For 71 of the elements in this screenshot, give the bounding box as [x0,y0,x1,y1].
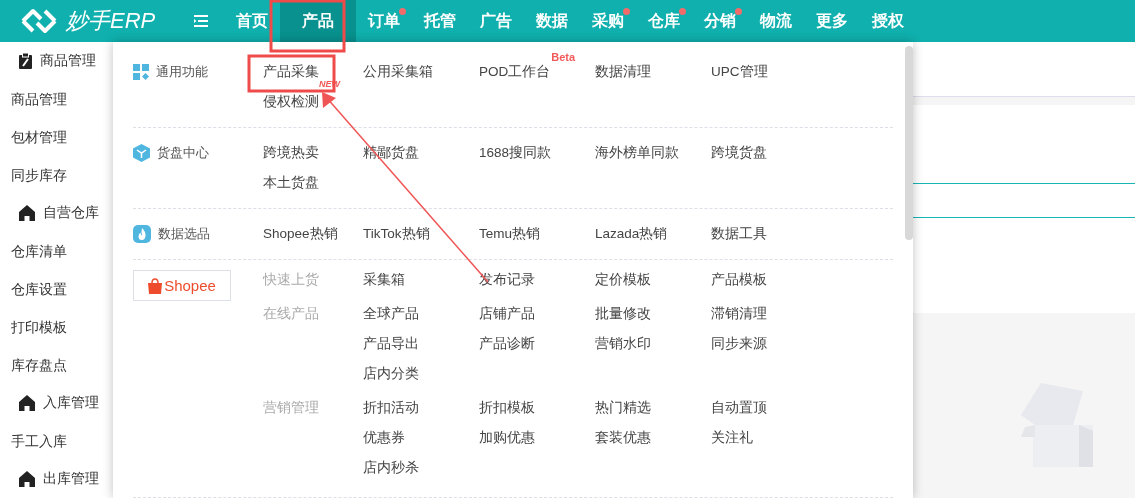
menu-item[interactable]: 热门精选 [595,398,711,418]
shopee-logo[interactable]: Shopee [133,270,231,301]
category-title: 数据选品 [158,225,210,243]
menu-item[interactable]: 数据清理 [595,62,651,82]
category-title: 通用功能 [156,63,208,81]
sidebar-item[interactable]: 包材管理 [0,118,113,156]
menu-item[interactable]: 批量修改 [595,304,711,324]
brand-name: Shopee [164,277,216,294]
menu-item[interactable]: 发布记录 [479,270,595,290]
menu-item[interactable]: 店铺产品 [479,304,595,324]
menu-item[interactable]: 公用采集箱 [363,62,433,82]
menu-item[interactable]: 精鄙货盘 [363,143,419,163]
sidebar-heading[interactable]: 商品管理 [40,52,96,70]
menu-item[interactable]: 跨境货盘 [711,143,767,163]
menu-item[interactable]: 套装优惠 [595,428,711,448]
menu-item[interactable]: 产品诊断 [479,334,595,354]
menu-item[interactable]: 采集箱 [363,270,479,290]
cube-icon [133,144,150,162]
sidebar-item[interactable]: 打印模板 [0,308,113,346]
menu-item[interactable]: 侵权检测 [263,92,319,112]
menu-item[interactable]: 加购优惠 [479,428,595,448]
flame-icon [133,225,151,243]
menu-item[interactable]: 产品导出 [363,334,479,354]
sidebar-heading[interactable]: 入库管理 [43,394,99,412]
menu-item[interactable]: 店内秒杀 [363,458,479,478]
menu-item[interactable]: 营销水印 [595,334,711,354]
sidebar-item[interactable]: 商品管理 [0,80,113,118]
menu-item[interactable]: TikTok热销 [363,224,430,244]
menu-item[interactable]: 同步来源 [711,334,827,354]
shopping-bag-icon [148,277,163,294]
house-icon [19,395,35,411]
menu-item[interactable]: 折扣活动 [363,398,479,418]
menu-item[interactable]: 滞销清理 [711,304,827,324]
sidebar-heading[interactable]: 出库管理 [43,470,99,488]
menu-item[interactable]: 关注礼 [711,428,827,448]
group-label: 营销管理 [263,399,320,417]
clipboard-icon [19,53,32,69]
menu-item[interactable]: 产品模板 [711,270,827,290]
scrollbar[interactable] [905,46,913,240]
menu-item[interactable]: 本土货盘 [263,173,319,193]
sidebar-item[interactable]: 同步库存 [0,156,113,194]
sidebar-heading[interactable]: 自营仓库 [43,204,99,222]
logo-text: 妙手ERP [66,7,156,35]
menu-item[interactable]: 全球产品 [363,304,479,324]
menu-item[interactable]: 数据工具 [711,224,767,244]
menu-item[interactable]: 折扣模板 [479,398,595,418]
group-label: 快速上货 [263,271,320,289]
menu-item[interactable]: Shopee热销 [263,224,338,244]
menu-item[interactable]: 店内分类 [363,364,479,384]
menu-item[interactable]: POD工作台 [479,62,551,82]
category-title: 货盘中心 [157,144,209,162]
menu-item[interactable]: 1688搜同款 [479,143,552,163]
sidebar-item[interactable]: 仓库设置 [0,270,113,308]
menu-item[interactable]: 产品采集 [263,62,319,82]
house-icon [19,205,35,221]
menu-item[interactable]: UPC管理 [711,62,768,82]
menu-item[interactable]: Lazada热销 [595,224,668,244]
menu-item[interactable]: 跨境热卖 [263,143,319,163]
menu-item[interactable]: 海外榜单同款 [595,143,679,163]
menu-icon[interactable] [194,15,208,27]
sidebar-item[interactable]: 库存盘点 [0,346,113,384]
menu-item[interactable]: 自动置顶 [711,398,827,418]
menu-item[interactable]: 优惠券 [363,428,479,448]
feature-label: Beta [551,51,576,64]
house-icon [19,471,35,487]
group-label: 在线产品 [263,305,320,323]
sidebar-item[interactable]: 仓库清单 [0,232,113,270]
sidebar-item[interactable]: 手工入库 [0,422,113,460]
menu-item[interactable]: 定价模板 [595,270,711,290]
grid-icon [133,64,149,80]
menu-item[interactable]: Temu热销 [479,224,540,244]
